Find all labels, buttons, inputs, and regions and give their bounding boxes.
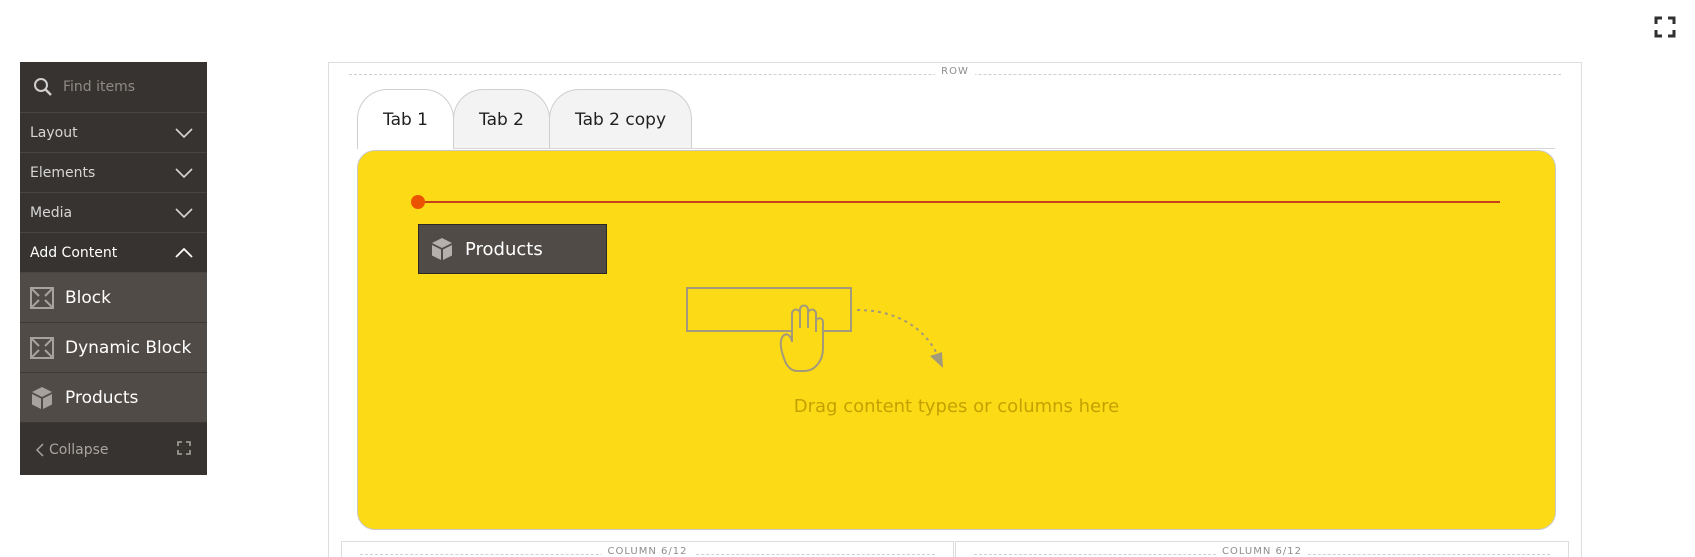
fullscreen-icon[interactable] [1654, 16, 1676, 38]
content-type-block[interactable]: Block [20, 273, 207, 323]
tab-2-copy[interactable]: Tab 2 copy [549, 89, 693, 149]
tab-2[interactable]: Tab 2 [453, 89, 550, 149]
dynamic-block-icon [30, 336, 54, 360]
tab-label: Tab 1 [383, 109, 428, 130]
group-label: Layout [30, 124, 78, 141]
chevron-down-icon [175, 207, 193, 218]
tab-1[interactable]: Tab 1 [357, 89, 454, 149]
products-label: Products [465, 238, 543, 260]
tab-label: Tab 2 copy [575, 109, 667, 130]
tab-bar: Tab 1 Tab 2 Tab 2 copy [357, 89, 693, 149]
expand-icon[interactable] [177, 441, 191, 459]
divider-line [418, 201, 1500, 203]
sidebar-footer: Collapse [20, 425, 207, 475]
drag-hand-illustration [686, 287, 943, 372]
content-types-panel: Layout Elements Media Add Content Block … [20, 62, 207, 475]
row-label: ROW [935, 66, 975, 77]
tab-label: Tab 2 [479, 109, 524, 130]
chevron-up-icon [175, 247, 193, 258]
block-icon [30, 286, 54, 310]
group-layout[interactable]: Layout [20, 113, 207, 153]
products-icon [30, 386, 54, 410]
search-icon [34, 78, 52, 96]
chevron-left-icon [36, 443, 44, 457]
content-type-products[interactable]: Products [20, 373, 207, 423]
column-label: COLUMN 6/12 [1216, 546, 1308, 557]
column-label: COLUMN 6/12 [601, 546, 694, 557]
group-add-content[interactable]: Add Content [20, 233, 207, 273]
column-right[interactable]: COLUMN 6/12 [955, 541, 1569, 557]
content-type-dynamic-block[interactable]: Dynamic Block [20, 323, 207, 373]
tabs-divider [357, 148, 1555, 149]
collapse-label: Collapse [49, 442, 109, 458]
row-container[interactable]: ROW Tab 1 Tab 2 Tab 2 copy Products Drag… [328, 62, 1582, 557]
group-label: Add Content [30, 244, 118, 261]
search-bar [20, 62, 207, 113]
drop-zone-hint: Drag content types or columns here [793, 396, 1120, 417]
search-input[interactable] [63, 79, 193, 95]
products-content-block[interactable]: Products [418, 224, 607, 274]
group-label: Elements [30, 164, 96, 181]
divider-handle[interactable] [411, 195, 425, 209]
chevron-down-icon [175, 127, 193, 138]
group-label: Media [30, 204, 73, 221]
column-left[interactable]: COLUMN 6/12 [341, 541, 954, 557]
tab-panel[interactable]: Products Drag content types or columns h… [357, 150, 1556, 530]
collapse-button[interactable]: Collapse [36, 442, 109, 458]
products-icon [432, 238, 452, 260]
item-label: Products [65, 387, 139, 408]
item-label: Block [65, 287, 111, 308]
group-elements[interactable]: Elements [20, 153, 207, 193]
group-media[interactable]: Media [20, 193, 207, 233]
chevron-down-icon [175, 167, 193, 178]
item-label: Dynamic Block [65, 337, 192, 358]
